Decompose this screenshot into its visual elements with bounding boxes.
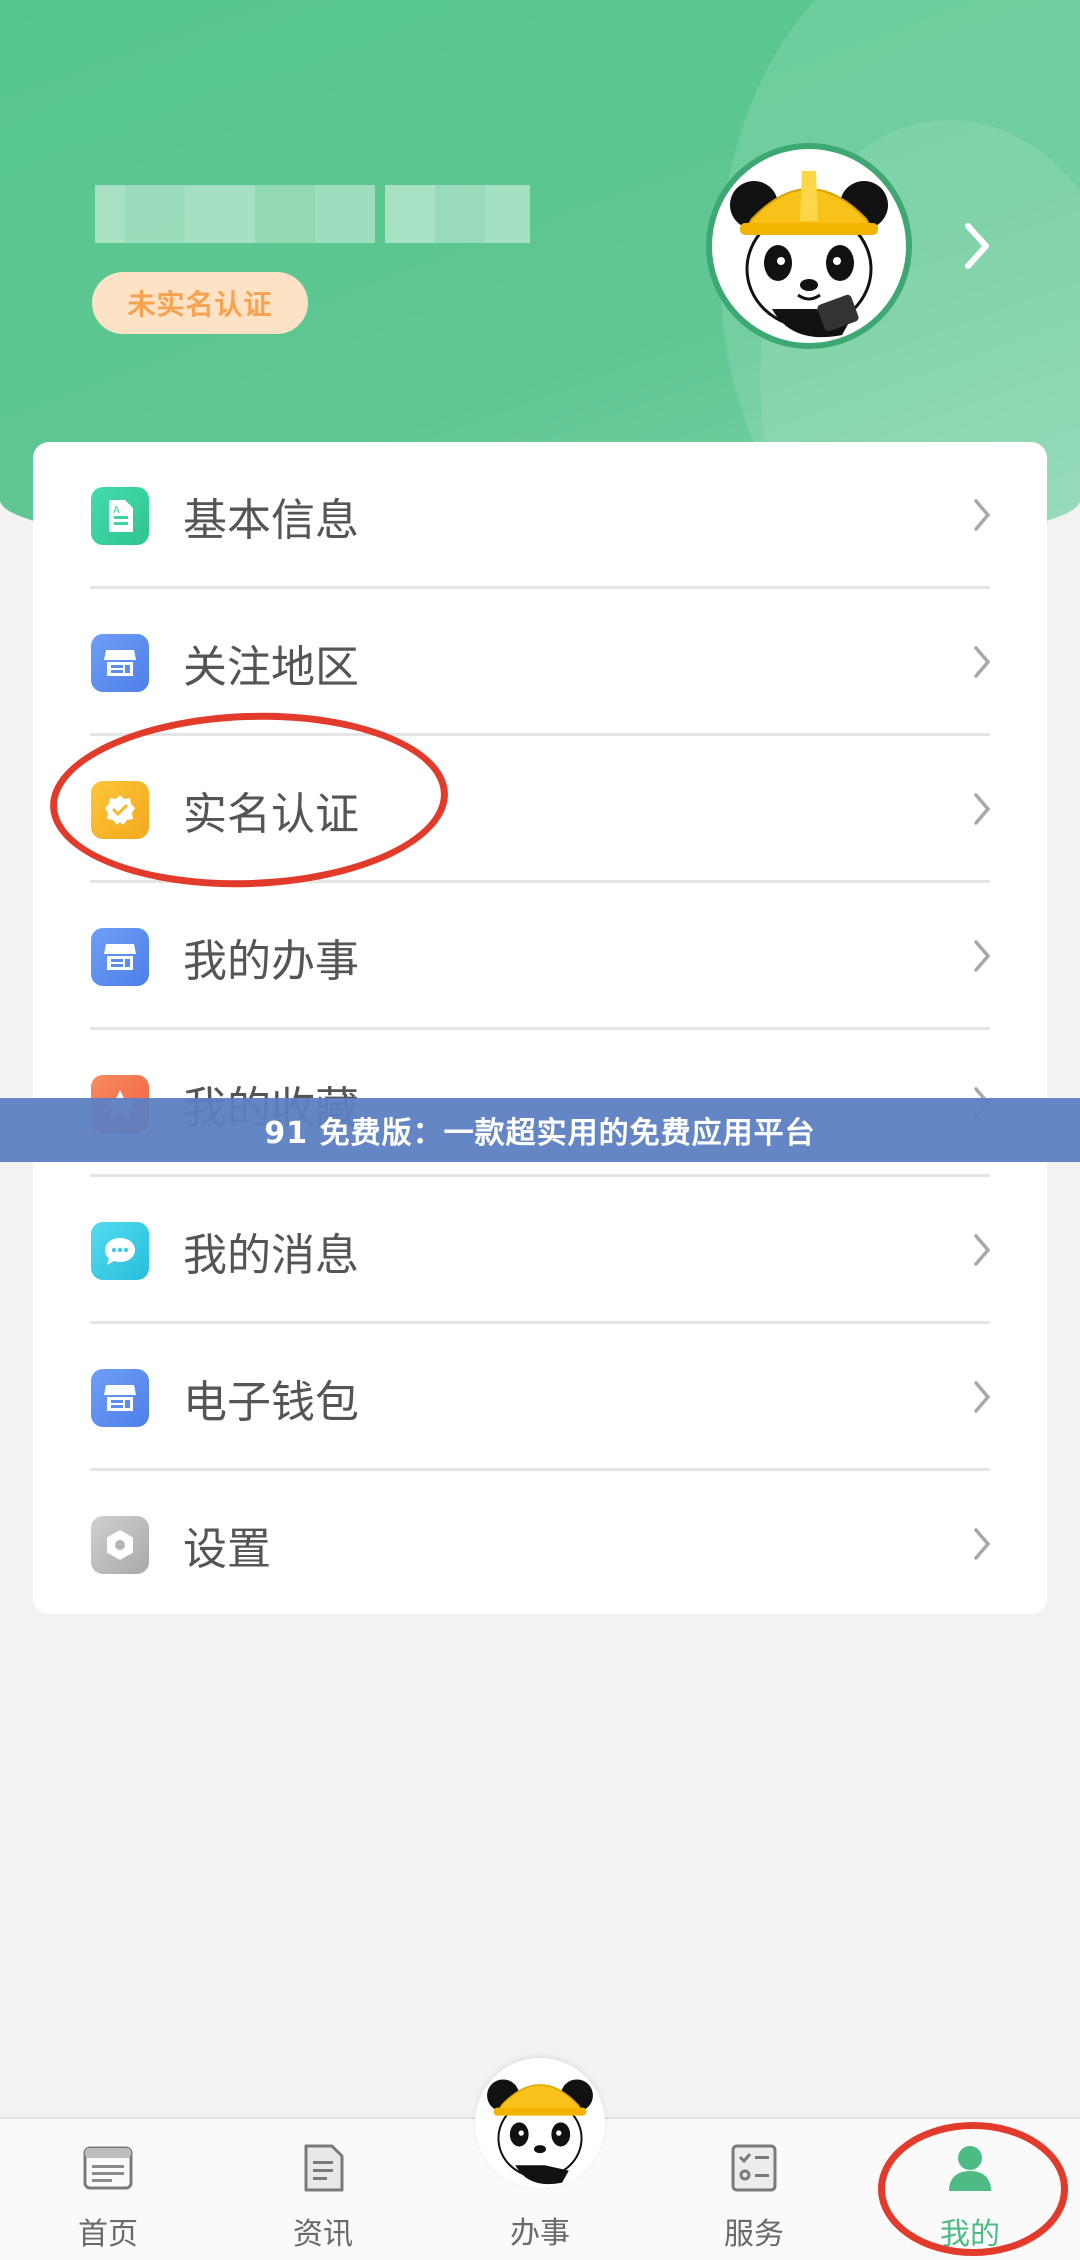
menu-item-label: 设置 <box>183 1523 271 1575</box>
menu-item-followed-areas[interactable]: 关注地区 <box>33 589 1047 736</box>
tab-label: 办事 <box>510 2216 570 2251</box>
annotation-circle-mine-tab <box>878 2122 1068 2256</box>
menu-item-label: 我的办事 <box>183 935 359 987</box>
menu-item-settings[interactable]: 设置 <box>33 1471 1047 1618</box>
chevron-right-icon <box>974 1234 991 1266</box>
overlay-title-banner: 91 免费版：一款超实用的免费应用平台 <box>0 1098 1080 1162</box>
home-browser-icon <box>83 2146 133 2190</box>
menu-item-basic-info[interactable]: A 基本信息 <box>33 442 1047 589</box>
tab-label: 首页 <box>78 2217 138 2252</box>
panda-mascot-icon <box>487 2079 593 2185</box>
storefront-icon <box>91 1368 149 1427</box>
tab-news[interactable]: 资讯 <box>253 2119 393 2260</box>
news-document-icon <box>304 2144 344 2192</box>
menu-item-label: 基本信息 <box>183 494 359 546</box>
svg-text:A: A <box>113 505 120 516</box>
storefront-icon <box>91 927 149 986</box>
menu-item-e-wallet[interactable]: 电子钱包 <box>33 1324 1047 1471</box>
tab-affairs[interactable] <box>475 2058 605 2188</box>
checklist-icon <box>731 2144 777 2192</box>
chat-bubble-icon <box>91 1221 149 1280</box>
verify-status-badge[interactable]: 未实名认证 <box>92 272 308 334</box>
tab-label: 服务 <box>724 2217 784 2252</box>
menu-item-label: 关注地区 <box>183 641 359 693</box>
tab-label: 资讯 <box>293 2217 353 2252</box>
hexagon-settings-icon <box>91 1515 149 1574</box>
menu-card: A 基本信息 关注地区 实名认证 我的办事 我的收藏 <box>33 442 1047 1614</box>
panda-avatar-icon <box>730 171 888 338</box>
document-icon: A <box>91 486 149 545</box>
avatar[interactable] <box>706 143 912 349</box>
chevron-right-icon <box>974 1528 991 1560</box>
chevron-right-icon <box>974 1381 991 1413</box>
chevron-right-icon <box>974 793 991 825</box>
chevron-right-icon <box>974 499 991 531</box>
username-text: ■■■■■■■ ■■■■ <box>95 193 523 239</box>
tab-home[interactable]: 首页 <box>38 2119 178 2260</box>
chevron-right-icon <box>974 940 991 972</box>
menu-item-my-affairs[interactable]: 我的办事 <box>33 883 1047 1030</box>
username-blurred: ■■■■■■■ ■■■■ <box>95 185 530 243</box>
menu-item-my-messages[interactable]: 我的消息 <box>33 1177 1047 1324</box>
profile-chevron-icon[interactable] <box>962 222 992 274</box>
chevron-right-icon <box>974 646 991 678</box>
storefront-icon <box>91 633 149 692</box>
tab-services[interactable]: 服务 <box>684 2119 824 2260</box>
menu-item-label: 我的消息 <box>183 1229 359 1281</box>
menu-item-label: 电子钱包 <box>183 1376 359 1428</box>
